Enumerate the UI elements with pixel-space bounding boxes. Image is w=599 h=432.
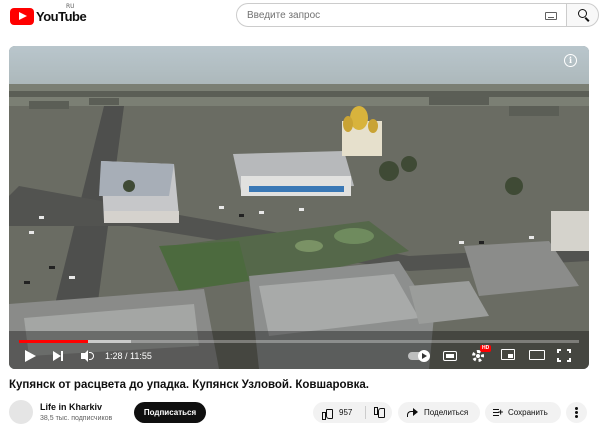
youtube-logo-icon <box>10 7 34 25</box>
top-bar: YouTube RU <box>0 0 599 32</box>
search-box <box>236 3 566 27</box>
thumbs-down-icon <box>374 407 385 418</box>
progress-bar[interactable] <box>19 340 579 343</box>
subtitles-icon[interactable] <box>443 351 457 361</box>
autoplay-toggle-icon[interactable] <box>408 350 432 362</box>
more-actions-button[interactable] <box>566 402 587 423</box>
player-controls: 1:28 / 11:55 HD <box>9 344 589 369</box>
search-button[interactable] <box>566 3 599 27</box>
save-label: Сохранить <box>508 408 548 417</box>
share-icon <box>407 408 418 417</box>
save-button[interactable]: Сохранить <box>485 402 561 423</box>
save-playlist-icon <box>493 407 503 418</box>
subscribe-button[interactable]: Подписаться <box>134 402 206 423</box>
video-frame <box>9 46 589 369</box>
fullscreen-icon[interactable] <box>557 349 571 362</box>
search-icon <box>578 9 587 18</box>
like-dislike-group: 957 <box>313 402 392 423</box>
theater-icon[interactable] <box>529 350 545 360</box>
keyboard-icon[interactable] <box>545 12 557 20</box>
logo-region: RU <box>66 3 75 10</box>
channel-name[interactable]: Life in Kharkiv <box>40 402 102 412</box>
thumbs-up-icon <box>322 408 333 420</box>
like-button[interactable]: 957 <box>313 402 363 423</box>
next-icon[interactable] <box>53 347 65 365</box>
miniplayer-icon[interactable] <box>501 349 515 360</box>
more-dots-icon <box>575 407 578 410</box>
avatar[interactable] <box>9 400 33 424</box>
time-display: 1:28 / 11:55 <box>105 351 152 361</box>
like-count: 957 <box>339 408 353 417</box>
video-title: Купянск от расцвета до упадка. Купянск У… <box>9 379 369 391</box>
logo-text: YouTube <box>36 8 87 24</box>
youtube-logo[interactable]: YouTube <box>10 7 87 25</box>
share-button[interactable]: Поделиться <box>398 402 480 423</box>
video-player[interactable]: i 1:28 / 11:55 HD <box>9 46 589 369</box>
subscriber-count: 38,5 тыс. подписчиков <box>40 415 113 422</box>
share-label: Поделиться <box>424 408 469 417</box>
play-icon[interactable] <box>25 347 37 365</box>
progress-played <box>19 340 88 343</box>
dislike-button[interactable] <box>366 402 392 423</box>
volume-icon[interactable] <box>81 347 95 365</box>
hd-badge: HD <box>480 345 492 352</box>
search-input[interactable] <box>247 8 537 23</box>
info-icon[interactable]: i <box>564 54 577 67</box>
